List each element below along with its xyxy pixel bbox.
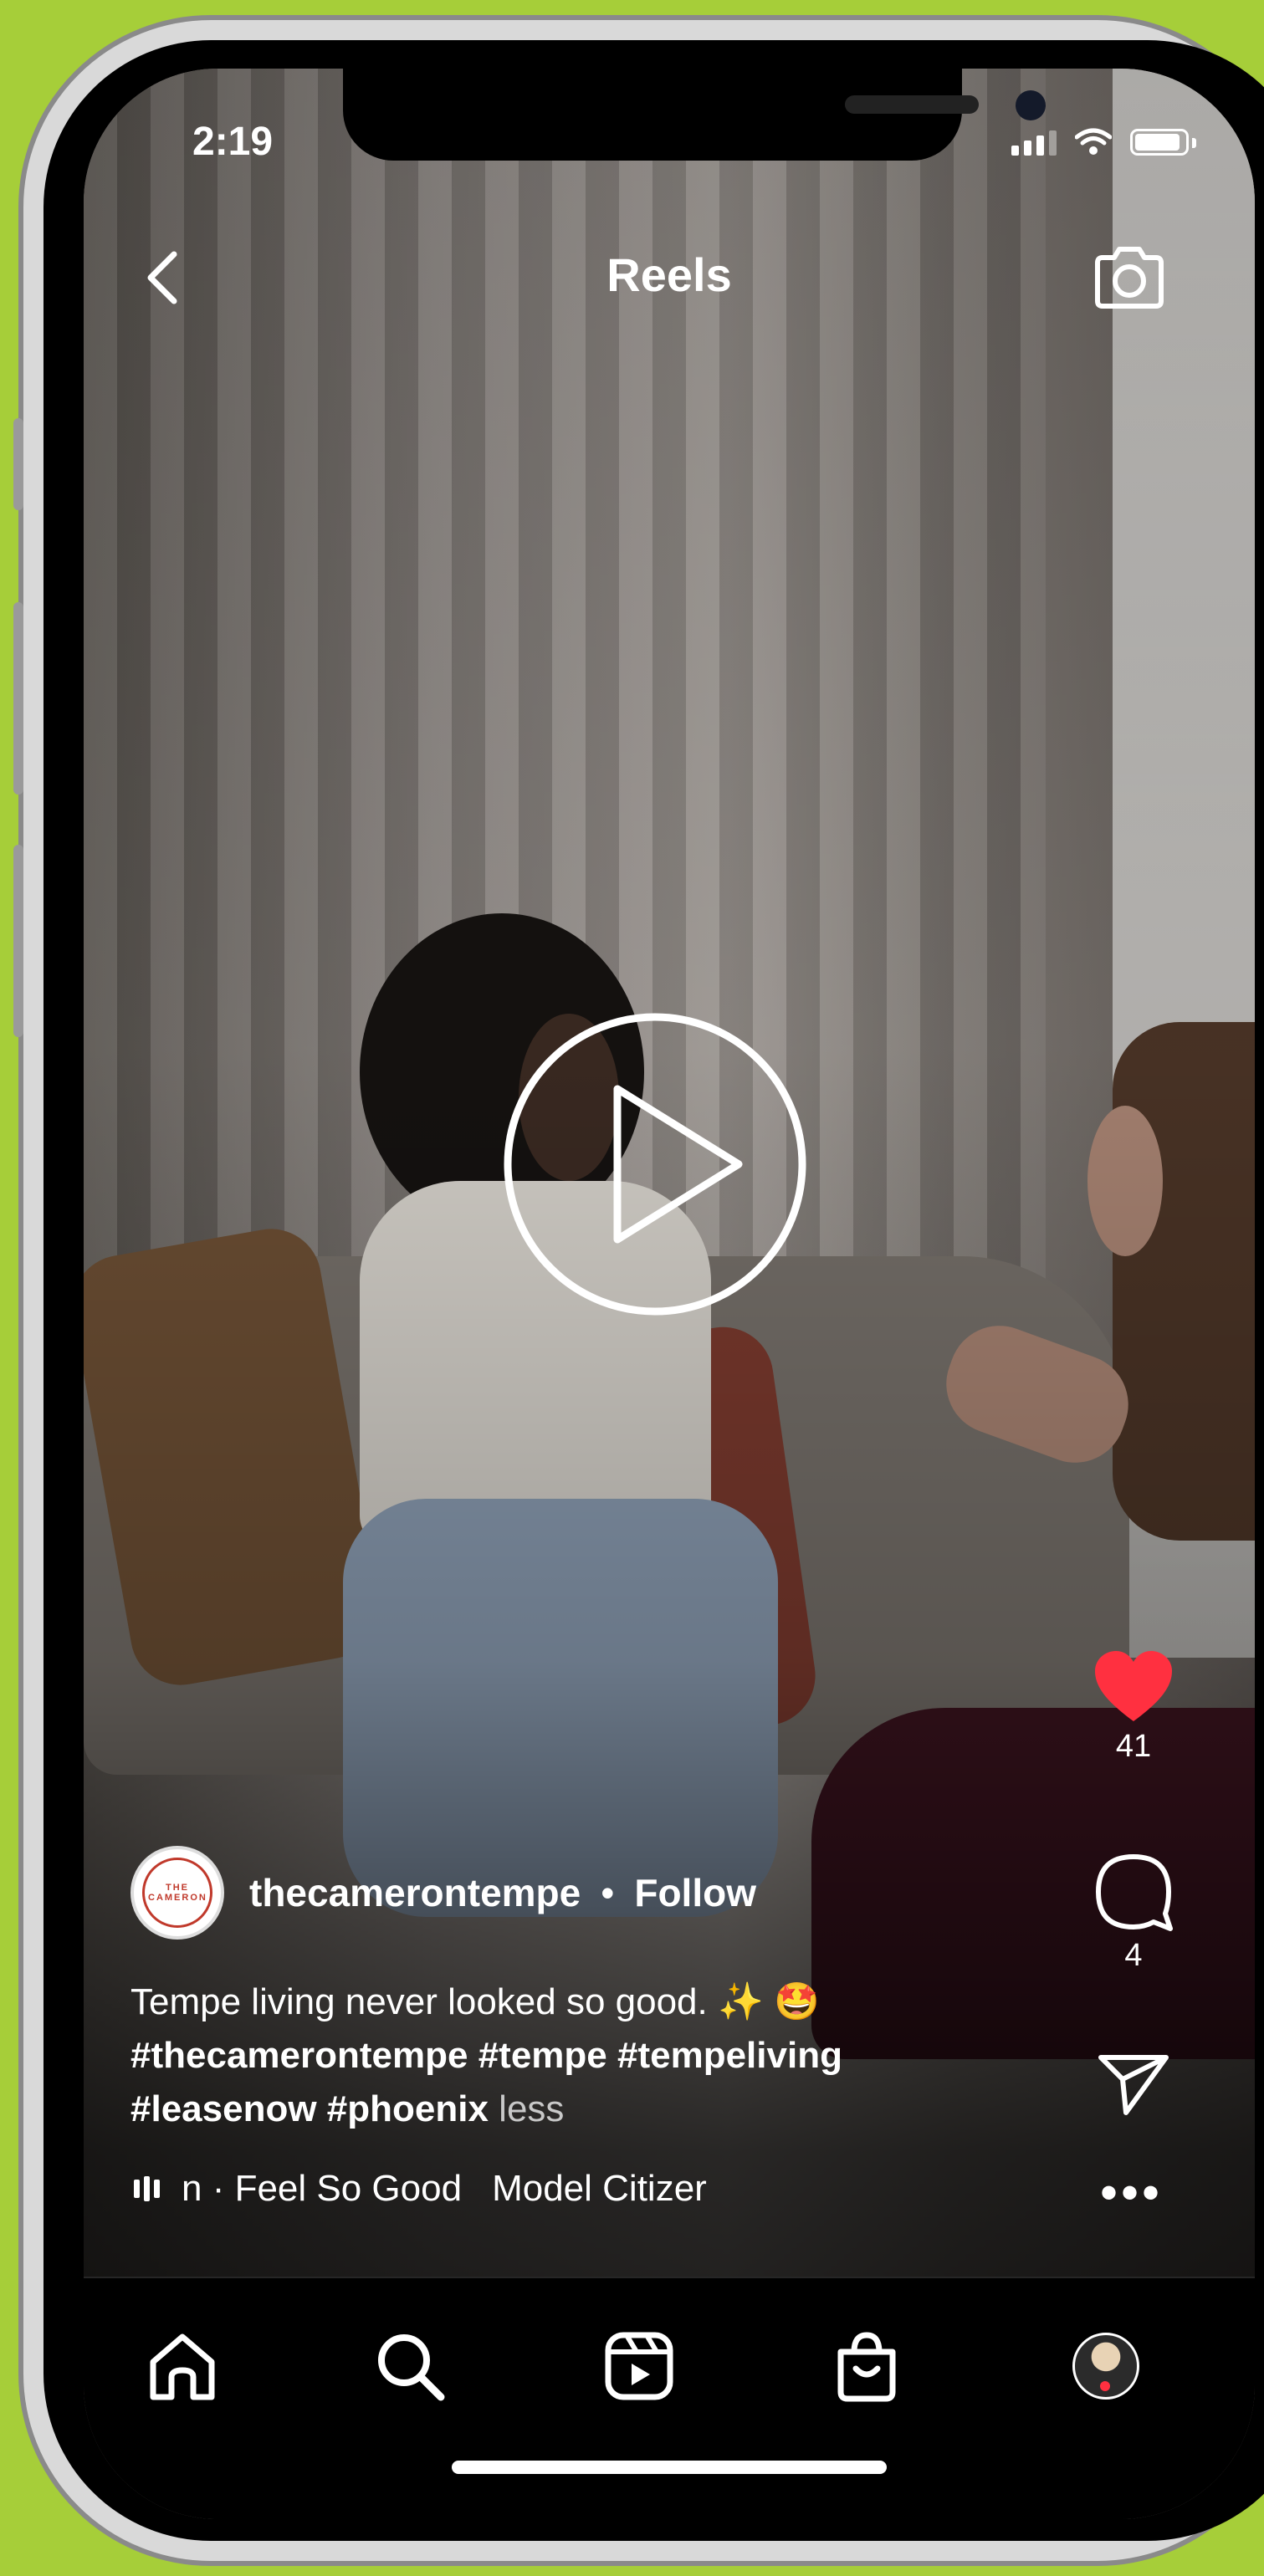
more-options-button[interactable]: ••• [1100,2168,1163,2218]
like-action[interactable]: 41 [1087,1649,1180,1765]
wifi-icon [1075,128,1112,155]
author-avatar[interactable]: THE CAMERON [130,1846,224,1940]
caption-hashtags-line1[interactable]: #thecamerontempe #tempe #tempeliving [130,2029,1051,2083]
caption-text: Tempe living never looked so good. ✨ 🤩 [130,1981,820,2022]
camera-button[interactable] [1087,236,1171,319]
play-button[interactable] [500,1009,810,1319]
comment-icon[interactable] [1092,1850,1175,1934]
comment-action[interactable]: 4 [1087,1850,1180,1974]
author-username[interactable]: thecamerontempe [249,1870,581,1915]
like-count: 41 [1115,1729,1152,1764]
send-icon[interactable] [1096,2051,1171,2118]
status-icons [1011,127,1196,156]
audio-title: n · Feel So Good [182,2168,463,2209]
tab-home[interactable] [141,2324,224,2408]
tab-profile[interactable] [1064,2324,1148,2408]
audio-wave-icon [134,2176,160,2201]
reels-screen: 2:19 Reels 41 4 ••• THE CAMERON thecamer… [84,69,1255,2519]
camera-icon [1095,247,1164,309]
audio-artist: Model Citizer [492,2168,707,2209]
battery-icon [1130,129,1189,156]
share-action[interactable] [1087,2051,1180,2122]
signal-icon [1011,130,1057,156]
post-author-row: THE CAMERON thecamerontempe • Follow [130,1846,756,1940]
bottom-tab-bar [84,2277,1255,2519]
search-icon [378,2334,445,2401]
notch [343,69,1046,161]
less-link[interactable]: less [499,2088,564,2129]
tab-reels[interactable] [597,2324,681,2408]
silent-switch [13,418,23,510]
reels-icon [605,2332,673,2400]
volume-up-button [13,602,23,795]
heart-icon[interactable] [1092,1649,1175,1725]
post-caption[interactable]: Tempe living never looked so good. ✨ 🤩 #… [130,1975,1051,2136]
shop-icon [837,2332,896,2402]
home-icon [150,2333,215,2400]
play-icon [504,1013,806,1316]
volume-down-button [13,845,23,1037]
tab-search[interactable] [368,2324,452,2408]
notification-dot [1100,2381,1110,2391]
caption-hashtags-line2[interactable]: #leasenow #phoenix [130,2088,489,2129]
follow-button[interactable]: Follow [634,1870,756,1915]
status-time: 2:19 [192,120,274,164]
home-indicator[interactable] [452,2461,887,2474]
tab-shop[interactable] [825,2324,908,2408]
audio-track[interactable]: n · Feel So Good Model Citizer [134,2168,707,2210]
page-title: Reels [606,248,732,301]
comment-count: 4 [1124,1938,1143,1973]
separator-dot: • [601,1871,615,1914]
